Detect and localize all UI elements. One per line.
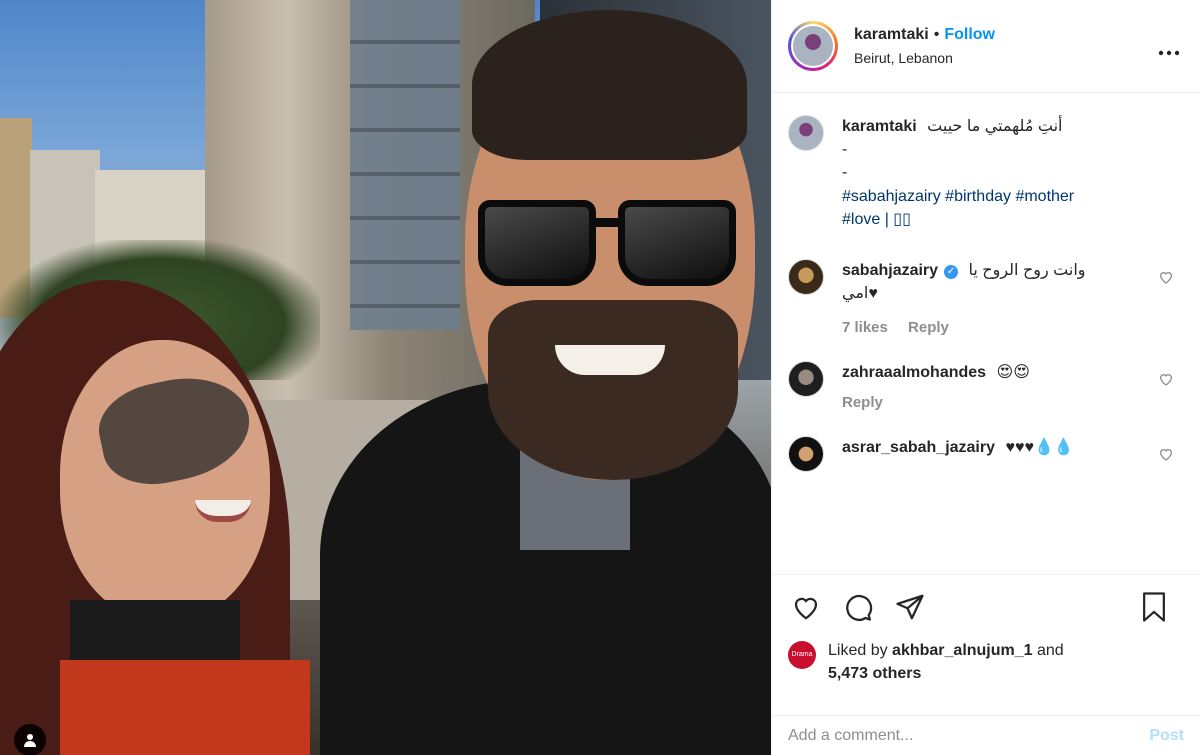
reply-button[interactable]: Reply	[908, 319, 949, 336]
caption-line: -	[842, 164, 848, 182]
photo-building-glass	[350, 0, 460, 330]
add-comment-input[interactable]	[788, 726, 1150, 745]
comment-item: sabahjazairy ✓ وانت روح الروح يا امي♥ 7 l…	[788, 258, 1184, 339]
reply-button[interactable]: Reply	[842, 394, 883, 411]
instagram-post: karamtaki • Follow Beirut, Lebanon karam…	[0, 0, 1200, 755]
bookmark-icon[interactable]	[1136, 589, 1172, 625]
liker-username[interactable]: akhbar_alnujum_1	[892, 642, 1033, 659]
comment-icon[interactable]	[840, 589, 876, 625]
commenter-username[interactable]: asrar_sabah_jazairy	[842, 439, 995, 456]
photo-man-smile	[555, 345, 665, 375]
separator-dot: •	[933, 25, 940, 43]
heart-icon[interactable]	[788, 589, 824, 625]
post-photo[interactable]	[0, 0, 771, 755]
caption-text: أنتِ مُلهمتي ما حييت	[927, 118, 1063, 135]
caption-hashtags[interactable]: #sabahjazairy #birthday #mother	[842, 185, 1184, 208]
add-comment-bar: Post	[772, 715, 1200, 755]
caption-author-avatar[interactable]	[788, 115, 824, 151]
action-bar	[772, 575, 1200, 639]
author-username[interactable]: karamtaki	[854, 25, 929, 46]
commenter-avatar[interactable]	[788, 361, 824, 398]
post-location[interactable]: Beirut, Lebanon	[854, 49, 995, 67]
heart-icon[interactable]	[1158, 371, 1174, 387]
comments-section[interactable]: karamtaki أنتِ مُلهمتي ما حييت - - #saba…	[772, 93, 1200, 575]
user-tag-icon[interactable]	[14, 724, 46, 755]
post-comment-button[interactable]: Post	[1149, 727, 1184, 745]
caption-hashtags[interactable]: #love | ▯▯	[842, 208, 1184, 231]
likes-and: and	[1037, 642, 1064, 659]
comment-text: وانت روح الروح يا	[968, 261, 1086, 279]
photo-man-hair	[472, 10, 747, 160]
likes-prefix: Liked by	[828, 642, 888, 659]
photo-man-sunglasses	[478, 200, 744, 288]
likes-summary: Drama Liked by akhbar_alnujum_1 and 5,47…	[772, 639, 1200, 701]
comment-item: asrar_sabah_jazairy ♥♥♥💧💧	[788, 436, 1184, 472]
caption: karamtaki أنتِ مُلهمتي ما حييت - - #saba…	[788, 115, 1184, 231]
commenter-avatar[interactable]	[788, 436, 824, 472]
commenter-username[interactable]: sabahjazairy	[842, 262, 938, 279]
liker-avatar[interactable]: Drama	[788, 641, 816, 669]
commenter-username[interactable]: zahraaalmohandes	[842, 364, 986, 381]
comment-likes-count[interactable]: 7 likes	[842, 319, 888, 336]
comment-text: 😍😍	[996, 364, 1030, 382]
caption-username[interactable]: karamtaki	[842, 118, 917, 135]
post-header: karamtaki • Follow Beirut, Lebanon	[772, 0, 1200, 93]
more-icon[interactable]	[1158, 36, 1180, 62]
comment-text: ♥♥♥💧💧	[1005, 439, 1074, 456]
verified-badge-icon: ✓	[944, 264, 959, 279]
share-icon[interactable]	[892, 589, 928, 625]
likes-others-count[interactable]: 5,473 others	[828, 665, 921, 682]
photo-man-beard	[488, 300, 738, 480]
author-avatar[interactable]	[788, 21, 838, 71]
commenter-avatar[interactable]	[788, 258, 824, 295]
heart-icon[interactable]	[1158, 269, 1174, 285]
comment-item: zahraaalmohandes 😍😍 Reply	[788, 361, 1184, 414]
photo-woman-coat	[60, 660, 310, 755]
heart-icon[interactable]	[1158, 446, 1174, 462]
post-side-panel: karamtaki • Follow Beirut, Lebanon karam…	[771, 0, 1200, 755]
comment-text: امي♥	[842, 285, 878, 303]
follow-button[interactable]: Follow	[944, 25, 995, 46]
caption-line: -	[842, 141, 848, 159]
